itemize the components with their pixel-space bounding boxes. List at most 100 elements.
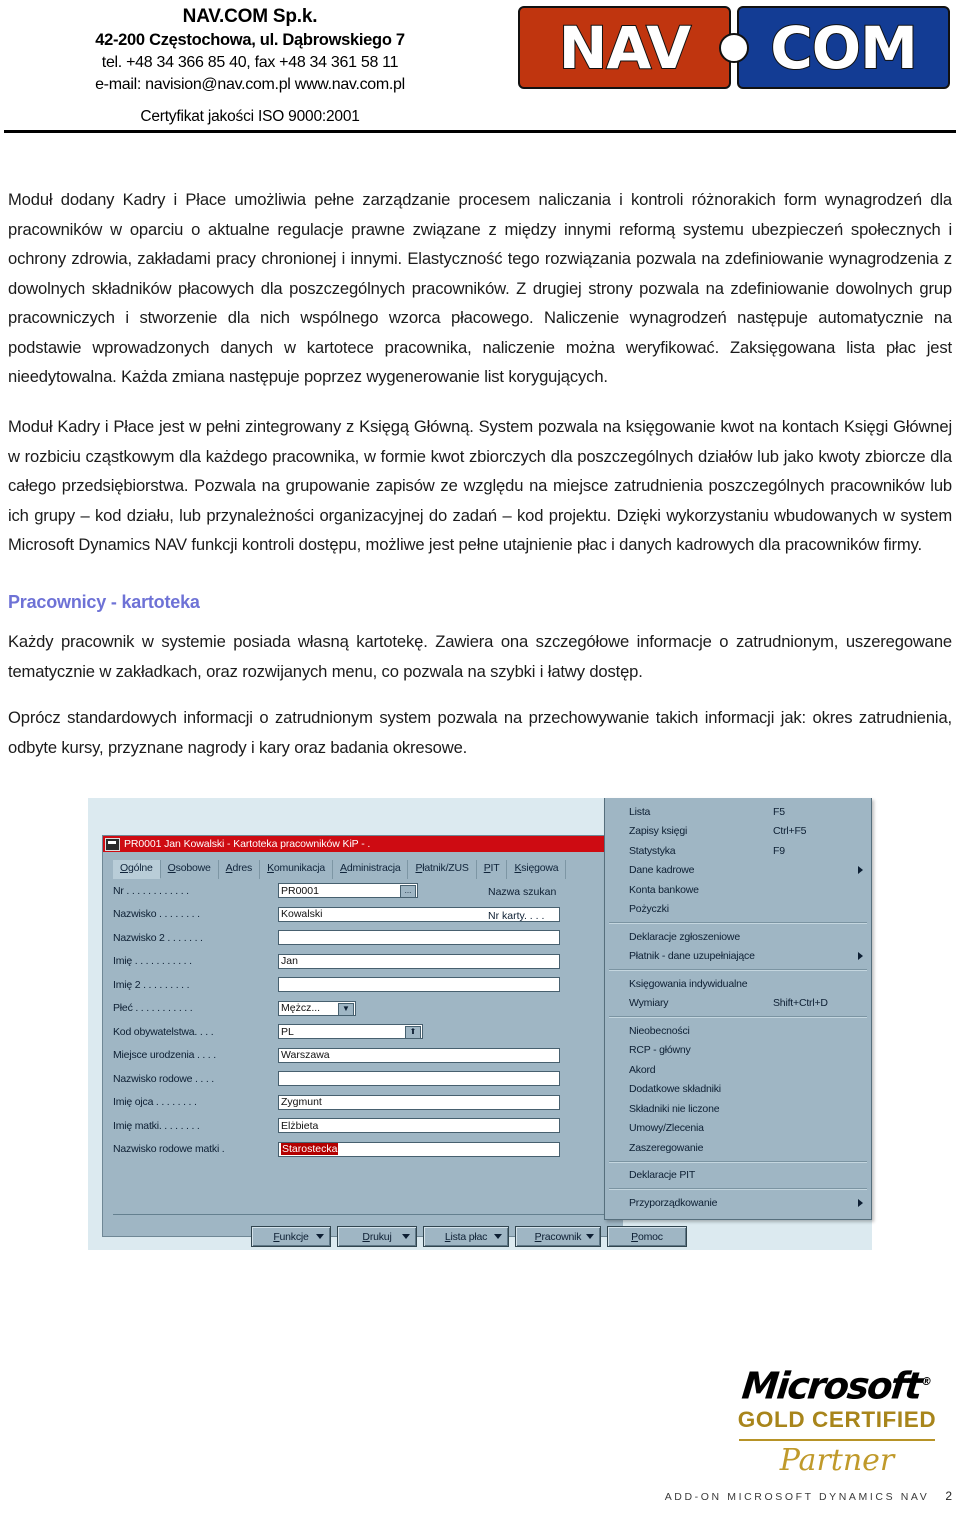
window-titlebar: PR0001 Jan Kowalski - Kartoteka pracowni… <box>103 836 623 852</box>
button-label: Drukuj <box>362 1230 392 1243</box>
menu-item-dodatkowe-sk-adniki[interactable]: Dodatkowe składniki <box>605 1080 871 1100</box>
right-field-label: Nr karty. . . . <box>488 909 545 922</box>
menu-item-deklaracje-zg-oszeniowe[interactable]: Deklaracje zgłoszeniowe <box>605 927 871 947</box>
microsoft-gold-certified-partner-logo: Microsoft® GOLD CERTIFIED Partner <box>722 1362 952 1479</box>
gold-certified-text: GOLD CERTIFIED <box>737 1407 937 1433</box>
button-label: Lista płac <box>444 1230 488 1243</box>
field-input[interactable]: PL ⬆ <box>278 1024 423 1040</box>
menu-item-label: RCP - główny <box>629 1044 691 1057</box>
menu-item-nieobecno-ci[interactable]: Nieobecności <box>605 1021 871 1041</box>
page-number: 2 <box>945 1489 952 1503</box>
menu-item-akord[interactable]: Akord <box>605 1060 871 1080</box>
field-input[interactable] <box>278 1071 560 1087</box>
field-input[interactable]: Starostecka <box>278 1141 560 1157</box>
field-value: Elżbieta <box>281 1119 319 1132</box>
button-label: Pomoc <box>631 1230 663 1243</box>
menu-item-umowy-zlecenia[interactable]: Umowy/Zlecenia <box>605 1119 871 1139</box>
form-divider <box>113 1214 613 1215</box>
tab-adres[interactable]: Adres <box>218 860 261 879</box>
menu-item-label: Przyporządkowanie <box>629 1196 718 1209</box>
field-row: Płeć . . . . . . . . . . . Mężcz... ▼ <box>113 997 613 1021</box>
page-footer: ADD-ON MICROSOFT DYNAMICS NAV 2 <box>0 1489 952 1503</box>
menu-item-dane-kadrowe[interactable]: Dane kadrowe <box>605 861 871 881</box>
tab-accel-letter: K <box>514 862 522 874</box>
field-input[interactable]: Elżbieta <box>278 1118 560 1134</box>
button-funkcje[interactable]: Funkcje <box>251 1226 331 1247</box>
tab-administracja[interactable]: Administracja <box>333 860 409 879</box>
button-label: Funkcje <box>273 1230 309 1243</box>
field-row: Kod obywatelstwa. . . . PL ⬆ <box>113 1020 613 1044</box>
menu-item-deklaracje-pit[interactable]: Deklaracje PIT <box>605 1166 871 1186</box>
menu-item-zapisy-ksi-gi[interactable]: Zapisy księgi Ctrl+F5 <box>605 822 871 842</box>
lookup-arrow-icon[interactable]: ⬆ <box>405 1026 421 1040</box>
chevron-down-icon[interactable] <box>586 1234 594 1239</box>
menu-item-statystyka[interactable]: Statystyka F9 <box>605 841 871 861</box>
menu-item-wymiary[interactable]: Wymiary Shift+Ctrl+D <box>605 994 871 1014</box>
menu-item-label: Zaszeregowanie <box>629 1141 704 1154</box>
window-title: PR0001 Jan Kowalski - Kartoteka pracowni… <box>124 838 371 850</box>
menu-item-p-atnik-dane-uzupe-niaj-ce[interactable]: Płatnik - dane uzupełniające <box>605 947 871 967</box>
menu-item-label: Akord <box>629 1063 656 1076</box>
field-input[interactable] <box>278 930 560 946</box>
tab-osobowe[interactable]: Osobowe <box>160 860 219 879</box>
menu-item-label: Konta bankowe <box>629 883 699 896</box>
field-input[interactable]: Zygmunt <box>278 1094 560 1110</box>
company-name: NAV.COM Sp.k. <box>182 6 318 27</box>
menu-item-ksi-gowania-indywidualne[interactable]: Księgowania indywidualne <box>605 974 871 994</box>
chevron-right-icon[interactable] <box>858 1198 863 1207</box>
button-lista-p-ac[interactable]: Lista płac <box>423 1226 509 1247</box>
chevron-down-icon[interactable] <box>402 1234 410 1239</box>
menu-item-po-yczki[interactable]: Pożyczki <box>605 900 871 920</box>
menu-item-sk-adniki-nie-liczone[interactable]: Składniki nie liczone <box>605 1099 871 1119</box>
tab-ksi-gowa[interactable]: Księgowa <box>507 860 567 879</box>
tab-accel-letter: K <box>267 862 274 874</box>
chevron-right-icon[interactable] <box>858 952 863 961</box>
field-input[interactable]: PR0001... <box>278 883 418 899</box>
tab-accel-letter: A <box>225 862 233 874</box>
logo-right-box: COM <box>737 6 950 89</box>
field-input[interactable]: Warszawa <box>278 1047 560 1063</box>
chevron-down-icon[interactable] <box>494 1234 502 1239</box>
field-input[interactable]: Mężcz... ▼ <box>278 1000 356 1016</box>
menu-item-label: Zapisy księgi <box>629 825 688 838</box>
menu-item-konta-bankowe[interactable]: Konta bankowe <box>605 880 871 900</box>
field-label: Imię matki. . . . . . . . <box>113 1119 200 1132</box>
partner-text: Partner <box>779 1443 895 1479</box>
tab-komunikacja[interactable]: Komunikacja <box>260 860 334 879</box>
tab-og-lne[interactable]: Ogólne <box>113 860 161 879</box>
menu-item-rcp-g-wny[interactable]: RCP - główny <box>605 1041 871 1061</box>
right-side-labels: Nazwa szukan Nr karty. . . . <box>488 881 556 928</box>
field-input[interactable]: Jan <box>278 953 560 969</box>
paragraph-integration: Moduł Kadry i Płace jest w pełni zintegr… <box>8 417 952 554</box>
lookup-ellipsis-icon[interactable]: ... <box>400 885 416 899</box>
menu-item-label: Deklaracje PIT <box>629 1169 696 1182</box>
logo-left-box: NAV <box>518 6 731 89</box>
chevron-down-icon[interactable] <box>316 1234 324 1239</box>
company-contact-block: NAV.COM Sp.k. 42-200 Częstochowa, ul. Dą… <box>0 4 500 96</box>
field-label: Płeć . . . . . . . . . . . <box>113 1002 193 1015</box>
menu-item-zaszeregowanie[interactable]: Zaszeregowanie <box>605 1138 871 1158</box>
button-pracownik[interactable]: Pracownik <box>515 1226 601 1247</box>
field-input[interactable] <box>278 977 560 993</box>
field-row: Imię 2 . . . . . . . . . <box>113 973 613 997</box>
section-heading-pracownicy: Pracownicy - kartoteka <box>8 592 200 612</box>
header-divider <box>4 130 956 133</box>
pracownik-dropdown-menu[interactable]: Lista F5 Zapisy księgi Ctrl+F5 Statystyka F9 D… <box>604 798 872 1220</box>
menu-item-lista[interactable]: Lista F5 <box>605 802 871 822</box>
menu-item-przyporz-dkowanie[interactable]: Przyporządkowanie <box>605 1193 871 1213</box>
menu-item-label: Deklaracje zgłoszeniowe <box>629 930 740 943</box>
registered-mark: ® <box>920 1375 933 1388</box>
field-value: Kowalski <box>281 908 323 921</box>
dropdown-arrow-icon[interactable]: ▼ <box>338 1002 354 1016</box>
button-pomoc[interactable]: Pomoc <box>607 1226 687 1247</box>
button-drukuj[interactable]: Drukuj <box>337 1226 417 1247</box>
form-general-tab: Nr . . . . . . . . . . . . PR0001... Nazwi… <box>113 879 613 1209</box>
menu-item-shortcut: F9 <box>773 844 785 857</box>
chevron-right-icon[interactable] <box>858 866 863 875</box>
window-button-bar: Funkcje Drukuj Lista płac Pracownik Pomoc <box>251 1226 687 1247</box>
tab-pit[interactable]: PIT <box>476 860 508 879</box>
tab-p-atnik-zus[interactable]: Płatnik/ZUS <box>408 860 477 879</box>
field-row: Nazwisko rodowe . . . . <box>113 1067 613 1091</box>
menu-item-label: Dane kadrowe <box>629 864 695 877</box>
company-phone: tel. +48 34 366 85 40, fax +48 34 361 58… <box>101 54 399 71</box>
